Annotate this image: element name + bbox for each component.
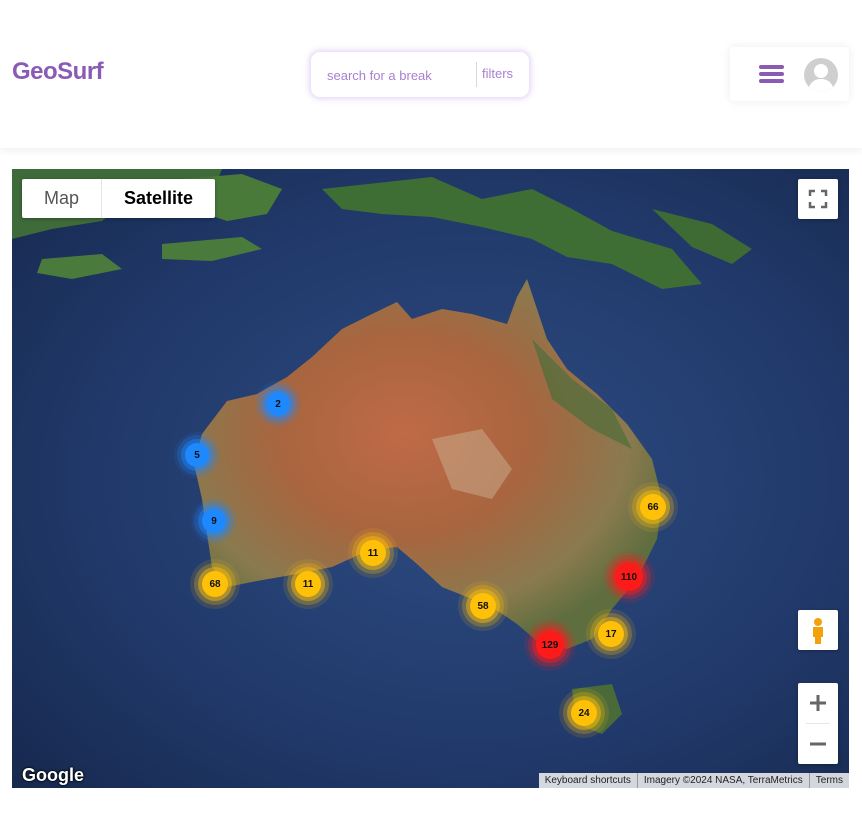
search-bar: filters [311,52,529,97]
zoom-in-icon[interactable] [798,683,838,723]
fullscreen-button[interactable] [798,179,838,219]
cluster-marker[interactable]: 68 [202,571,228,597]
cluster-marker[interactable]: 5 [185,443,209,467]
google-logo[interactable]: Google [22,765,84,786]
imagery-credit: Imagery ©2024 NASA, TerraMetrics [636,773,809,788]
app-logo[interactable]: GeoSurf [12,58,104,86]
street-view-button[interactable] [798,610,838,650]
map-type-map-button[interactable]: Map [22,179,103,218]
map-type-toggle: Map Satellite [22,179,216,218]
filters-button[interactable]: filters [482,66,513,81]
search-divider [476,62,477,87]
user-menu-box [730,47,849,101]
map-attribution: Keyboard shortcuts Imagery ©2024 NASA, T… [538,773,849,788]
cluster-marker[interactable]: 2 [266,392,290,416]
search-input[interactable] [325,64,479,86]
cluster-marker[interactable]: 11 [360,540,386,566]
avatar[interactable] [804,58,838,92]
map-type-satellite-button[interactable]: Satellite [102,179,215,218]
zoom-out-icon[interactable] [798,724,838,764]
terms-link[interactable]: Terms [808,773,849,788]
cluster-marker[interactable]: 110 [615,563,643,591]
map-view[interactable]: Map Satellite 2 5 9 68 11 11 58 66 110 1… [12,169,849,788]
keyboard-shortcuts-link[interactable]: Keyboard shortcuts [539,773,637,788]
app-header: GeoSurf filters [0,0,862,148]
hamburger-menu-icon[interactable] [759,65,784,83]
fullscreen-icon [808,189,828,209]
cluster-marker[interactable]: 66 [640,494,666,520]
cluster-marker[interactable]: 17 [598,621,624,647]
cluster-marker[interactable]: 129 [536,631,564,659]
zoom-controls [798,683,838,764]
user-silhouette-icon [808,64,834,92]
cluster-marker[interactable]: 11 [295,571,321,597]
cluster-marker[interactable]: 58 [470,593,496,619]
satellite-imagery [12,169,849,788]
cluster-marker[interactable]: 9 [202,509,226,533]
cluster-marker[interactable]: 24 [571,700,597,726]
pegman-icon [813,618,823,644]
